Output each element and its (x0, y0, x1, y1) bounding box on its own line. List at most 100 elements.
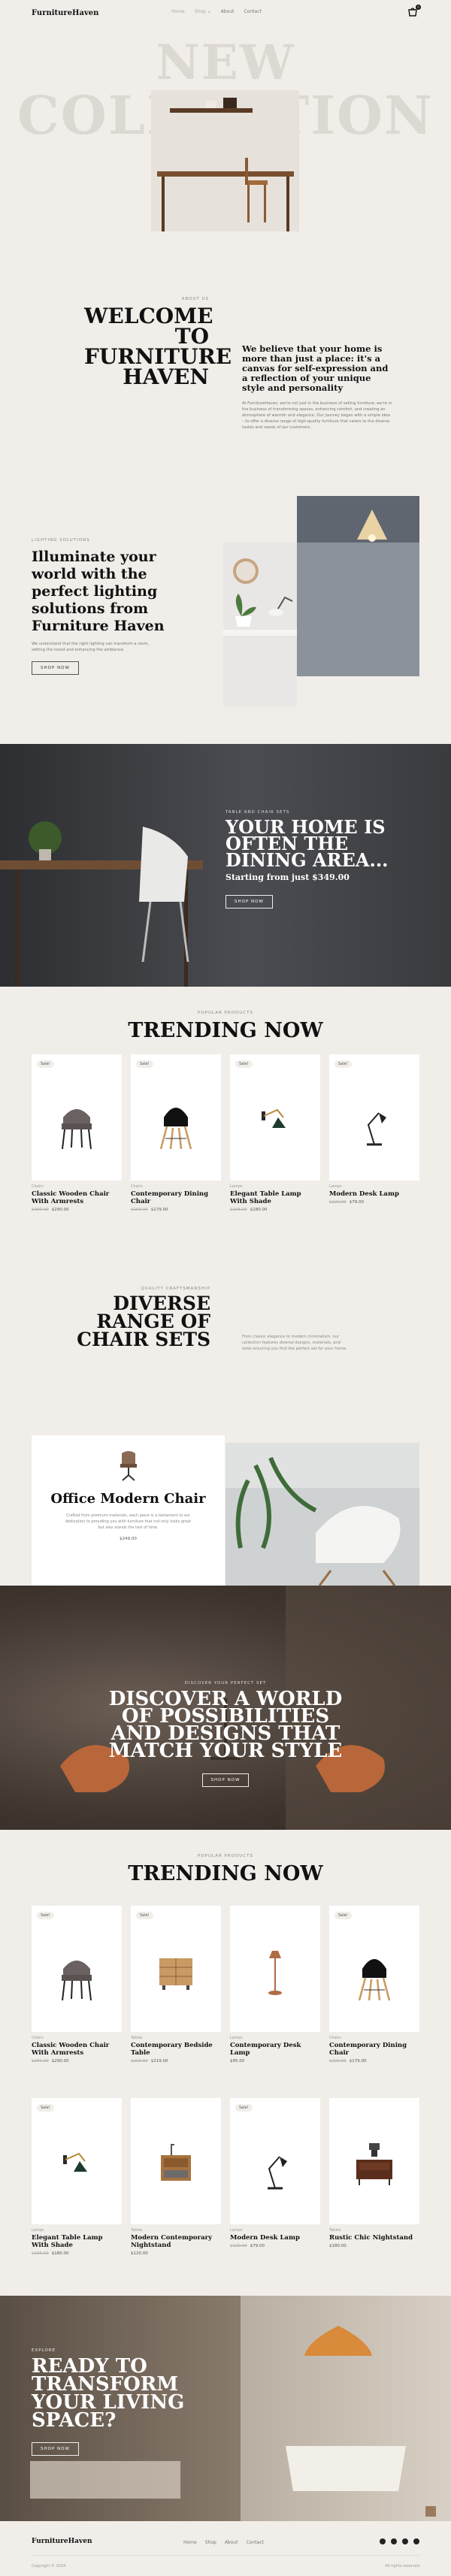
about-heading-block: ABOUT US WELCOME TO FURNITURE HAVEN (84, 297, 232, 388)
old-price: $219.00 (131, 2059, 148, 2064)
product-name[interactable]: Elegant Table Lamp With Shade (32, 2234, 122, 2249)
product-image[interactable]: Sale! (32, 2098, 122, 2224)
chevron-down-icon: ⌄ (207, 9, 211, 14)
sale-badge: Sale! (235, 2104, 253, 2112)
product-category[interactable]: Tables (131, 2228, 221, 2233)
footer-nav-contact[interactable]: Contact (247, 2540, 264, 2545)
office-chair-card[interactable]: Office Modern Chair Crafted from premium… (32, 1435, 225, 1586)
lighting-shop-button[interactable]: SHOP NOW (32, 661, 79, 675)
footer-nav-home[interactable]: Home (183, 2540, 197, 2545)
product-card[interactable]: Sale! Tables Contemporary Bedside Table $21… (131, 1906, 221, 2064)
footer-divider (32, 2555, 419, 2556)
hero-ghost-line1: NEW (156, 35, 295, 91)
product-card[interactable]: Lamps Contemporary Desk Lamp $95.00 (230, 1906, 320, 2064)
trending-title: TRENDING NOW (128, 1019, 323, 1042)
product-card[interactable]: Tables Rustic Chic Nightstand $180.00 (329, 2098, 419, 2256)
product-category[interactable]: Chairs (32, 1184, 122, 1189)
product-image[interactable] (329, 2098, 419, 2224)
product-name[interactable]: Modern Desk Lamp (329, 1190, 419, 1198)
dining-shop-button[interactable]: SHOP NOW (226, 895, 273, 909)
office-chair-price: $249.00 (120, 1537, 137, 1541)
product-card[interactable]: Sale! Lamps Elegant Table Lamp With Shade $… (230, 1054, 320, 1212)
product-card[interactable]: Sale! Chairs Contemporary Dining Chair $199… (329, 1906, 419, 2064)
product-name[interactable]: Modern Desk Lamp (230, 2234, 320, 2242)
trending-eyebrow: POPULAR PRODUCTS (198, 1011, 253, 1015)
product-price: $195.00 $180.00 (230, 1208, 320, 1212)
product-icon (356, 2143, 392, 2185)
youtube-icon[interactable] (413, 2538, 419, 2544)
product-category[interactable]: Lamps (230, 1184, 320, 1189)
nav-about[interactable]: About (221, 9, 235, 14)
product-image[interactable]: Sale! (131, 1906, 221, 2032)
product-name[interactable]: Elegant Table Lamp With Shade (230, 1190, 320, 1205)
product-category[interactable]: Lamps (32, 2228, 122, 2233)
back-to-top-button[interactable] (425, 2506, 436, 2517)
product-image[interactable]: Sale! (230, 1054, 320, 1181)
product-category[interactable]: Tables (329, 2228, 419, 2233)
product-image[interactable]: Sale! (329, 1906, 419, 2032)
product-card[interactable]: Sale! Chairs Classic Wooden Chair With Arm… (32, 1906, 122, 2064)
current-price: $180.00 (250, 1208, 268, 1212)
product-name[interactable]: Classic Wooden Chair With Armrests (32, 1190, 122, 1205)
product-image[interactable]: Sale! (329, 1054, 419, 1181)
dining-title: YOUR HOME IS OFTEN THE DINING AREA... (226, 816, 389, 871)
product-category[interactable]: Lamps (230, 2228, 320, 2233)
product-name[interactable]: Modern Contemporary Nightstand (131, 2234, 221, 2249)
product-category[interactable]: Lamps (329, 1184, 419, 1189)
footer-logo[interactable]: FurnitureHaven (32, 2538, 92, 2545)
chairs-image (226, 1443, 419, 1586)
product-image[interactable]: Sale! (32, 1054, 122, 1181)
product-price: $199.00 $179.00 (131, 1208, 221, 1212)
cart-count-badge: 0 (416, 5, 421, 10)
product-name[interactable]: Rustic Chic Nightstand (329, 2234, 419, 2242)
product-image[interactable]: Sale! (32, 1906, 122, 2032)
product-card[interactable]: Sale! Chairs Classic Wooden Chair With Arm… (32, 1054, 122, 1212)
current-price: $179.00 (349, 2059, 367, 2064)
product-image[interactable] (131, 2098, 221, 2224)
product-card[interactable]: Sale! Lamps Elegant Table Lamp With Shade $… (32, 2098, 122, 2256)
product-card[interactable]: Sale! Lamps Modern Desk Lamp $120.00 $79.00 (230, 2098, 320, 2256)
product-icon (159, 1108, 192, 1150)
product-card[interactable]: Tables Modern Contemporary Nightstand $120… (131, 2098, 221, 2256)
product-category[interactable]: Chairs (32, 2036, 122, 2040)
current-price: $95.00 (230, 2059, 245, 2064)
nav-shop[interactable]: Shop ⌄ (195, 9, 211, 14)
product-card[interactable]: Sale! Lamps Modern Desk Lamp $120.00 $79.00 (329, 1054, 419, 1212)
nav-contact[interactable]: Contact (244, 9, 262, 14)
hero-image (151, 90, 299, 231)
explore-shop-button[interactable]: SHOP NOW (32, 2442, 79, 2456)
product-image[interactable]: Sale! (230, 2098, 320, 2224)
product-icon (159, 1958, 192, 1990)
footer-nav-about[interactable]: About (225, 2540, 238, 2545)
product-category[interactable]: Tables (131, 2036, 221, 2040)
nav-home[interactable]: Home (171, 9, 185, 14)
product-name[interactable]: Contemporary Bedside Table (131, 2042, 221, 2057)
cart-button[interactable]: 0 (407, 5, 421, 18)
site-logo[interactable]: FurnitureHaven (32, 9, 98, 17)
product-price: $120.00 $79.00 (230, 2244, 320, 2248)
trending-header-1: POPULAR PRODUCTS TRENDING NOW (0, 1011, 451, 1042)
dining-banner: TABLE AND CHAIR SETS YOUR HOME IS OFTEN … (0, 744, 451, 987)
footer-nav-shop[interactable]: Shop (205, 2540, 216, 2545)
product-price: $95.00 (230, 2059, 320, 2064)
twitter-icon[interactable] (391, 2538, 397, 2544)
product-name[interactable]: Classic Wooden Chair With Armrests (32, 2042, 122, 2057)
product-card[interactable]: Sale! Chairs Contemporary Dining Chair $199… (131, 1054, 221, 1212)
chairs-description: From classic elegance to modern minimali… (242, 1335, 347, 1351)
facebook-icon[interactable] (380, 2538, 386, 2544)
product-name[interactable]: Contemporary Desk Lamp (230, 2042, 320, 2057)
lighting-eyebrow: LIGHTING SOLUTIONS (32, 538, 90, 543)
product-category[interactable]: Chairs (131, 1184, 221, 1189)
product-category[interactable]: Chairs (329, 2036, 419, 2040)
lighting-section: LIGHTING SOLUTIONS Illuminate your world… (0, 496, 451, 744)
product-name[interactable]: Contemporary Dining Chair (329, 2042, 419, 2057)
product-name[interactable]: Contemporary Dining Chair (131, 1190, 221, 1205)
discover-shop-button[interactable]: SHOP NOW (201, 1773, 250, 1787)
product-category[interactable]: Lamps (230, 2036, 320, 2040)
instagram-icon[interactable] (402, 2538, 408, 2544)
old-price: $195.00 (230, 1208, 247, 1212)
old-price: $120.00 (329, 1200, 347, 1205)
product-icon (262, 1108, 286, 1128)
product-image[interactable] (230, 1906, 320, 2032)
product-image[interactable]: Sale! (131, 1054, 221, 1181)
